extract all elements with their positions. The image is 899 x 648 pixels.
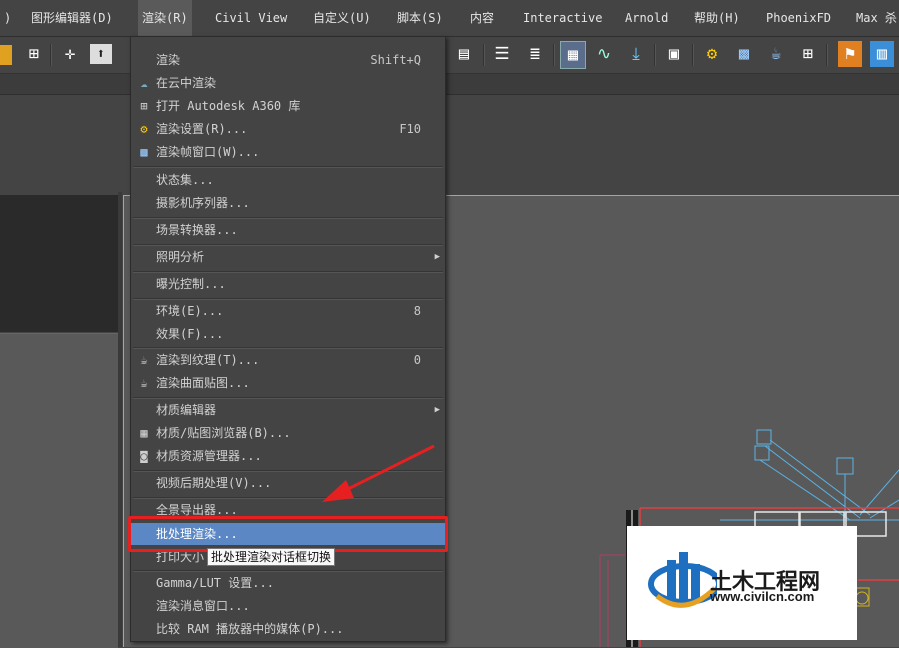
menu-item-max-extra[interactable]: Max 杀 (852, 0, 899, 36)
move-icon[interactable]: ✛ (58, 41, 82, 67)
orange-tool-icon[interactable] (0, 45, 12, 65)
submenu-arrow-icon: ▶ (434, 252, 440, 262)
watermark-url: www.civilcn.com (710, 589, 815, 604)
render-frame-icon[interactable]: ▩ (732, 41, 756, 67)
menu-render-setup[interactable]: ⚙ 渲染设置(R)... F10 (131, 118, 445, 140)
menu-exposure-control[interactable]: 曝光控制... (131, 273, 445, 295)
menu-item-scripting[interactable]: 脚本(S) (393, 0, 447, 36)
menu-camera-sequencer[interactable]: 摄影机序列器... (131, 192, 445, 214)
menu-item-help[interactable]: 帮助(H) (690, 0, 744, 36)
menu-compare-media-ram-player[interactable]: 比较 RAM 播放器中的媒体(P)... (131, 618, 445, 640)
frame-window-icon: ▩ (140, 145, 148, 159)
menu-item-interactive[interactable]: Interactive (519, 0, 606, 36)
menu-item-rendering[interactable]: 渲染(R) (138, 0, 192, 36)
menu-material-explorer[interactable]: ◙ 材质资源管理器... (131, 445, 445, 467)
menu-video-post[interactable]: 视频后期处理(V)... (131, 472, 445, 494)
material-explorer-icon: ◙ (140, 449, 148, 463)
watermark-logo: 土木工程网 www.civilcn.com (627, 526, 857, 640)
teapot-cloud-icon: ☁ (140, 76, 148, 90)
scene-explorer-icon[interactable]: ▦ (560, 41, 586, 69)
menu-bar: ) 图形编辑器(D) 渲染(R) Civil View 自定义(U) 脚本(S)… (0, 0, 899, 37)
grid-library-icon: ⊞ (140, 99, 148, 113)
upload-icon[interactable]: ⬆ (90, 44, 112, 64)
render-setup-icon[interactable]: ⚙ (700, 41, 724, 67)
material-browser-icon: ▦ (140, 426, 148, 440)
orange-utility-icon[interactable]: ⚑ (838, 41, 862, 67)
menu-item-arnold[interactable]: Arnold (621, 0, 672, 36)
teapot-surface-icon: ☕ (140, 376, 148, 390)
menu-lighting-analysis[interactable]: 照明分析 ▶ (131, 246, 445, 268)
menu-render[interactable]: 渲染 Shift+Q (131, 49, 445, 71)
menu-render-in-cloud[interactable]: ☁ 在云中渲染 (131, 72, 445, 94)
menu-render-surface-map[interactable]: ☕ 渲染曲面贴图... (131, 372, 445, 394)
menu-material-map-browser[interactable]: ▦ 材质/贴图浏览器(B)... (131, 422, 445, 444)
menu-item-prev[interactable]: ) (0, 0, 15, 36)
menu-material-editor[interactable]: 材质编辑器 ▶ (131, 399, 445, 421)
teapot-gear-icon: ⚙ (140, 122, 148, 136)
render-production-icon[interactable]: ☕ (764, 41, 788, 67)
link-icon[interactable]: ⊞ (22, 41, 46, 67)
menu-item-phoenixfd[interactable]: PhoenixFD (762, 0, 835, 36)
menu-effects[interactable]: 效果(F)... (131, 323, 445, 345)
menu-open-a360-gallery[interactable]: ⊞ 打开 Autodesk A360 库 (131, 95, 445, 117)
menu-render-to-texture[interactable]: ☕ 渲染到纹理(T)... 0 (131, 349, 445, 371)
submenu-arrow-icon: ▶ (434, 405, 440, 415)
tooltip: 批处理渲染对话框切换 (207, 548, 336, 566)
dope-sheet-icon[interactable]: ⤓ (624, 41, 648, 67)
left-panel-top (0, 195, 118, 332)
panel-divider[interactable] (118, 192, 122, 647)
schematic-icon[interactable]: ▣ (662, 41, 686, 67)
align-icon[interactable]: ▤ (452, 41, 476, 67)
menu-gamma-lut-setup[interactable]: Gamma/LUT 设置... (131, 572, 445, 594)
blue-utility-icon[interactable]: ▥ (870, 41, 894, 67)
menu-item-customize[interactable]: 自定义(U) (309, 0, 375, 36)
menu-rendered-frame-window[interactable]: ▩ 渲染帧窗口(W)... (131, 141, 445, 163)
layers-icon[interactable]: ≣ (523, 41, 547, 67)
list-icon[interactable]: ☰ (490, 41, 514, 67)
menu-environment[interactable]: 环境(E)... 8 (131, 300, 445, 322)
menu-item-content[interactable]: 内容 (466, 0, 498, 36)
menu-item-graph-editors[interactable]: 图形编辑器(D) (27, 0, 117, 36)
library-icon[interactable]: ⊞ (796, 41, 820, 67)
annotation-highlight-box (128, 516, 448, 552)
left-panel-bottom (0, 333, 118, 648)
menu-state-sets[interactable]: 状态集... (131, 169, 445, 191)
curve-editor-icon[interactable]: ∿ (592, 41, 616, 67)
menu-scene-converter[interactable]: 场景转换器... (131, 219, 445, 241)
watermark-emblem-icon (648, 552, 717, 608)
menu-item-civil-view[interactable]: Civil View (211, 0, 291, 36)
menu-render-message-window[interactable]: 渲染消息窗口... (131, 595, 445, 617)
teapot-texture-icon: ☕ (140, 353, 148, 367)
